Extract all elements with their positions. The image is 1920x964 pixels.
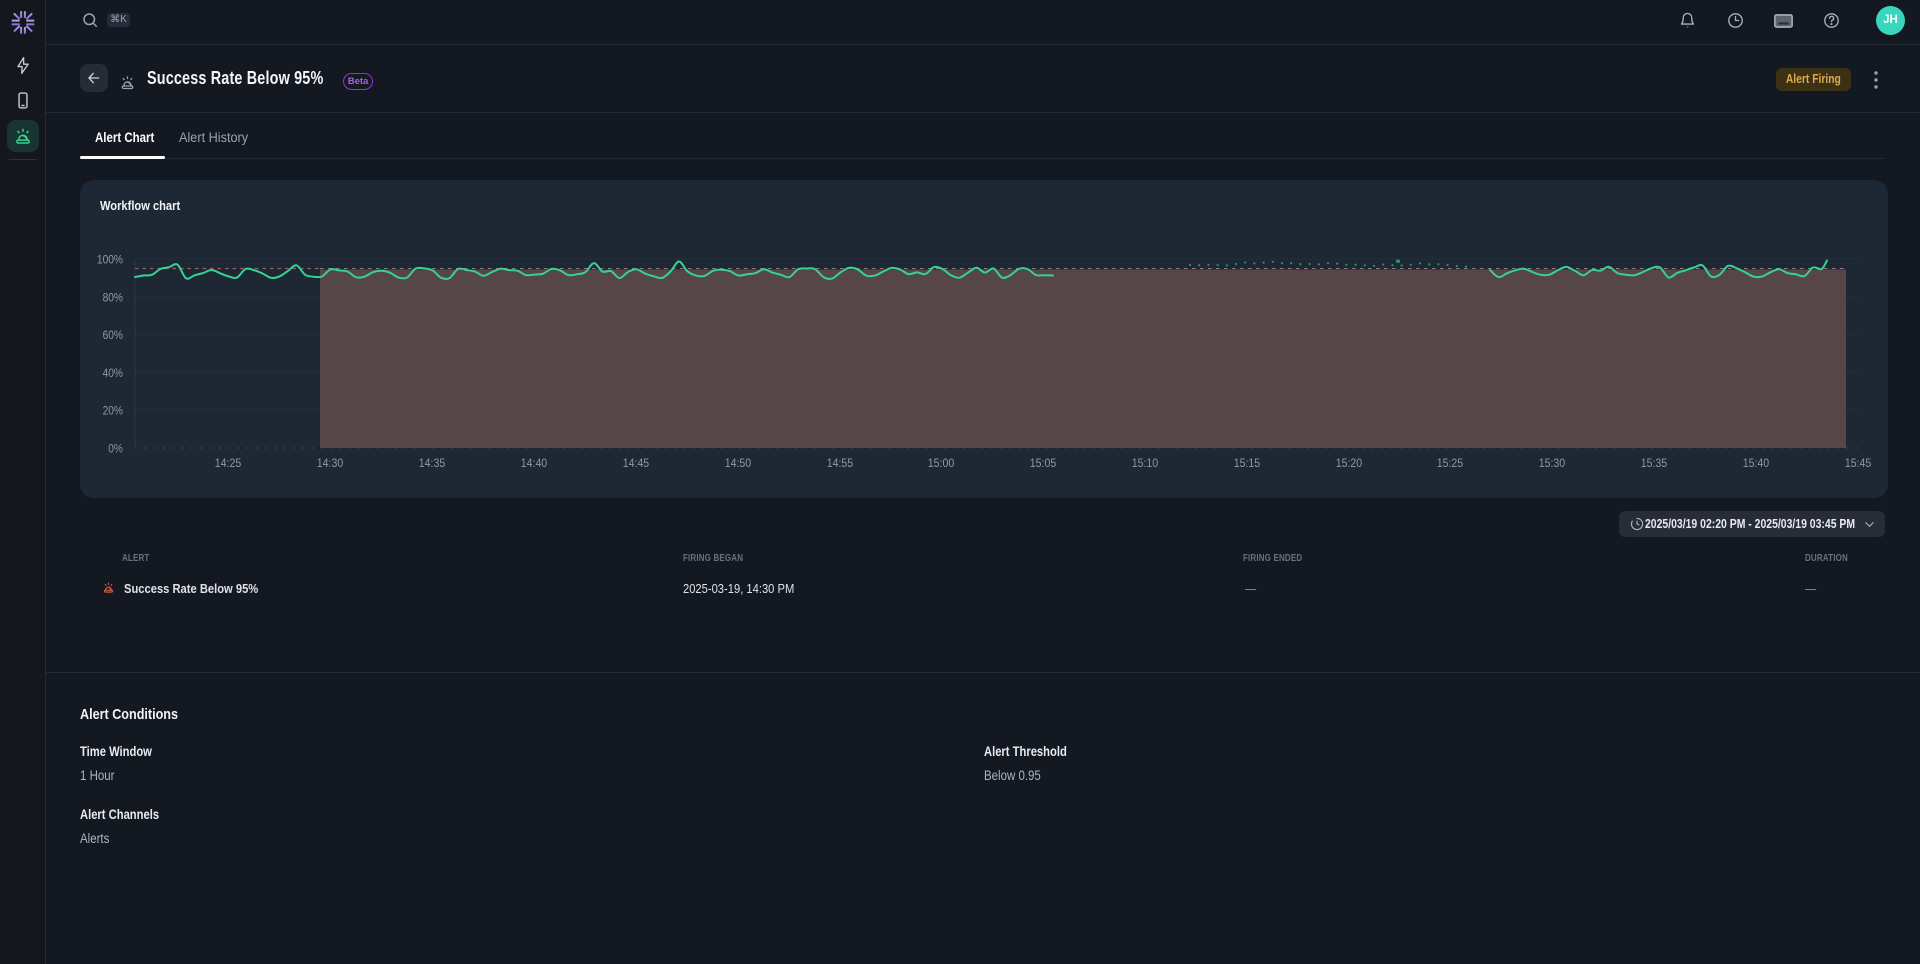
svg-text:15:15: 15:15 bbox=[1234, 457, 1260, 470]
svg-text:60%: 60% bbox=[103, 329, 123, 342]
svg-text:0%: 0% bbox=[108, 443, 123, 456]
svg-text:15:00: 15:00 bbox=[928, 457, 954, 470]
svg-text:14:25: 14:25 bbox=[215, 457, 241, 470]
svg-text:15:25: 15:25 bbox=[1437, 457, 1463, 470]
svg-text:15:40: 15:40 bbox=[1743, 457, 1769, 470]
svg-text:15:20: 15:20 bbox=[1336, 457, 1362, 470]
svg-text:15:35: 15:35 bbox=[1641, 457, 1667, 470]
svg-text:20%: 20% bbox=[103, 405, 123, 418]
svg-text:15:30: 15:30 bbox=[1539, 457, 1565, 470]
svg-text:100%: 100% bbox=[97, 254, 123, 267]
svg-text:14:45: 14:45 bbox=[623, 457, 649, 470]
svg-text:14:35: 14:35 bbox=[419, 457, 445, 470]
svg-text:14:30: 14:30 bbox=[317, 457, 343, 470]
svg-text:15:05: 15:05 bbox=[1030, 457, 1056, 470]
svg-text:14:50: 14:50 bbox=[725, 457, 751, 470]
svg-text:40%: 40% bbox=[103, 367, 123, 380]
svg-text:14:40: 14:40 bbox=[521, 457, 547, 470]
svg-text:80%: 80% bbox=[103, 292, 123, 305]
svg-text:15:45: 15:45 bbox=[1845, 457, 1871, 470]
svg-text:14:55: 14:55 bbox=[827, 457, 853, 470]
svg-text:15:10: 15:10 bbox=[1132, 457, 1158, 470]
